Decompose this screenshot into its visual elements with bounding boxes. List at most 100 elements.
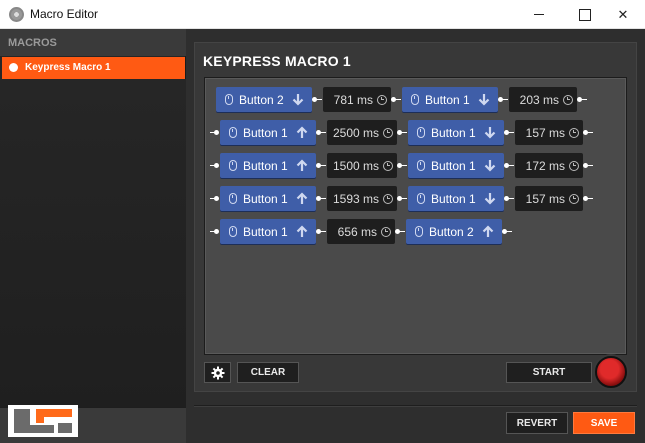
button-event-node[interactable]: Button 1 [408, 120, 504, 145]
connector-icon [210, 163, 219, 168]
delay-label: 157 ms [525, 125, 565, 140]
delay-node[interactable]: 157 ms [515, 120, 583, 145]
connector-icon [316, 163, 326, 168]
connector-icon [397, 196, 407, 201]
button-event-node[interactable]: Button 1 [220, 120, 316, 145]
delay-node[interactable]: 781 ms [323, 87, 391, 112]
arrow-down-icon [291, 93, 305, 107]
button-event-node[interactable]: Button 1 [408, 186, 504, 211]
mouse-icon [417, 160, 425, 171]
delay-node[interactable]: 2500 ms [327, 120, 397, 145]
delay-label: 2500 ms [332, 125, 379, 140]
connector-icon [504, 130, 514, 135]
connector-icon [397, 130, 407, 135]
sidebar-title: MACROS [8, 37, 57, 49]
arrow-up-icon [295, 225, 309, 239]
delay-label: 1500 ms [332, 158, 379, 173]
clear-button[interactable]: CLEAR [237, 362, 299, 383]
arrow-down-icon [483, 126, 497, 140]
delay-label: 1593 ms [332, 191, 379, 206]
mouse-icon [229, 160, 237, 171]
close-icon: ✕ [617, 6, 629, 22]
button-event-label: Button 2 [429, 224, 474, 239]
button-event-label: Button 1 [431, 158, 476, 173]
macro-row: Button 2 781 ms Button 1 203 ms [216, 87, 626, 113]
connector-icon [210, 130, 219, 135]
mouse-icon [417, 127, 425, 138]
connector-icon [395, 229, 405, 234]
clock-icon [569, 160, 579, 171]
delay-node[interactable]: 203 ms [509, 87, 577, 112]
clock-icon [569, 127, 579, 138]
record-button[interactable] [595, 356, 627, 388]
macro-row: Button 1 656 ms Button 2 [210, 219, 626, 245]
button-event-node[interactable]: Button 1 [220, 153, 316, 178]
revert-button[interactable]: REVERT [506, 412, 568, 434]
mouse-icon [225, 94, 233, 105]
delay-label: 157 ms [525, 191, 565, 206]
mouse-icon [411, 94, 419, 105]
app-icon [9, 7, 24, 22]
button-event-node[interactable]: Button 2 [216, 87, 312, 112]
clock-icon [383, 127, 393, 138]
arrow-down-icon [483, 159, 497, 173]
button-event-node[interactable]: Button 1 [220, 186, 316, 211]
button-event-label: Button 1 [243, 191, 288, 206]
arrow-up-icon [295, 126, 309, 140]
sidebar-list [0, 79, 186, 407]
sidebar: MACROS Keypress Macro 1 [0, 29, 186, 443]
delay-node[interactable]: 1500 ms [327, 153, 397, 178]
delay-node[interactable]: 656 ms [327, 219, 395, 244]
button-event-node[interactable]: Button 1 [408, 153, 504, 178]
button-event-label: Button 1 [243, 158, 288, 173]
button-event-label: Button 1 [425, 92, 470, 107]
connector-icon [577, 97, 587, 102]
macro-editor-panel: KEYPRESS MACRO 1 Button 2 781 ms Button 1 2… [194, 42, 637, 392]
connector-icon [210, 196, 219, 201]
connector-icon [504, 196, 514, 201]
macro-row: Button 1 1593 ms Button 1 157 ms [210, 186, 626, 212]
connector-icon [583, 196, 593, 201]
clock-icon [563, 94, 573, 105]
clock-icon [569, 193, 579, 204]
button-event-label: Button 1 [431, 125, 476, 140]
title-bar: Macro Editor ✕ [0, 0, 645, 29]
delay-node[interactable]: 157 ms [515, 186, 583, 211]
connector-icon [583, 130, 593, 135]
connector-icon [504, 163, 514, 168]
mouse-icon [415, 226, 423, 237]
start-button[interactable]: START [506, 362, 592, 383]
minimize-button[interactable] [516, 0, 562, 29]
connector-icon [397, 163, 407, 168]
gear-icon [211, 366, 224, 379]
close-button[interactable]: ✕ [600, 0, 645, 29]
footer-divider [194, 405, 637, 407]
button-event-label: Button 1 [431, 191, 476, 206]
button-event-label: Button 2 [239, 92, 284, 107]
connector-icon [210, 229, 219, 234]
connector-icon [502, 229, 512, 234]
mouse-icon [417, 193, 425, 204]
macro-sequence-canvas[interactable]: Button 2 781 ms Button 1 203 ms Button 1 2500… [204, 77, 627, 355]
delay-label: 172 ms [525, 158, 565, 173]
sidebar-item-label: Keypress Macro 1 [25, 62, 111, 73]
arrow-up-icon [481, 225, 495, 239]
button-event-node[interactable]: Button 2 [406, 219, 502, 244]
connector-icon [316, 196, 326, 201]
selected-dot-icon [9, 63, 18, 72]
delay-label: 656 ms [337, 224, 377, 239]
delay-node[interactable]: 1593 ms [327, 186, 397, 211]
button-event-node[interactable]: Button 1 [402, 87, 498, 112]
delay-node[interactable]: 172 ms [515, 153, 583, 178]
settings-button[interactable] [204, 362, 231, 383]
connector-icon [391, 97, 401, 102]
macro-row: Button 1 1500 ms Button 1 172 ms [210, 153, 626, 179]
save-button[interactable]: SAVE [573, 412, 635, 434]
sidebar-item-keypress-macro-1[interactable]: Keypress Macro 1 [2, 57, 185, 79]
mouse-icon [229, 193, 237, 204]
mouse-icon [229, 127, 237, 138]
button-event-node[interactable]: Button 1 [220, 219, 316, 244]
arrow-up-icon [295, 192, 309, 206]
connector-icon [312, 97, 322, 102]
delay-label: 781 ms [333, 92, 373, 107]
